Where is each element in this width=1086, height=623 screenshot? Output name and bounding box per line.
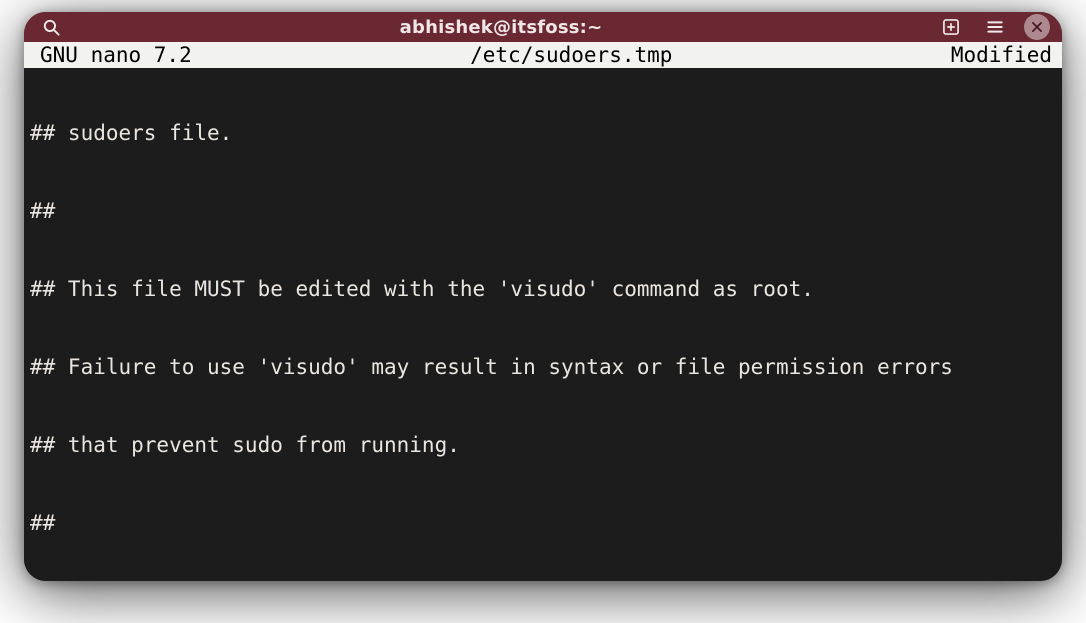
terminal-window: abhishek@itsfoss:~ [24,12,1062,581]
window-titlebar: abhishek@itsfoss:~ [24,12,1062,42]
nano-titlebar: GNU nano 7.2 /etc/sudoers.tmp Modified [24,42,1062,68]
editor-line: ## [30,510,1056,536]
window-title: abhishek@itsfoss:~ [66,17,936,38]
search-icon[interactable] [36,12,66,42]
editor-filename: /etc/sudoers.tmp [192,42,951,68]
editor-modified: Modified [951,42,1058,68]
editor-line: ## that prevent sudo from running. [30,432,1056,458]
editor-line: ## sudoers file. [30,120,1056,146]
editor-content[interactable]: ## sudoers file. ## ## This file MUST be… [24,68,1062,581]
terminal-body[interactable]: GNU nano 7.2 /etc/sudoers.tmp Modified #… [24,42,1062,581]
close-icon[interactable] [1024,14,1050,40]
new-tab-icon[interactable] [936,12,966,42]
editor-line: ## Failure to use 'visudo' may result in… [30,354,1056,380]
editor-name: GNU nano 7.2 [28,42,192,68]
editor-line: ## [30,198,1056,224]
editor-line: ## This file MUST be edited with the 'vi… [30,276,1056,302]
hamburger-menu-icon[interactable] [980,12,1010,42]
